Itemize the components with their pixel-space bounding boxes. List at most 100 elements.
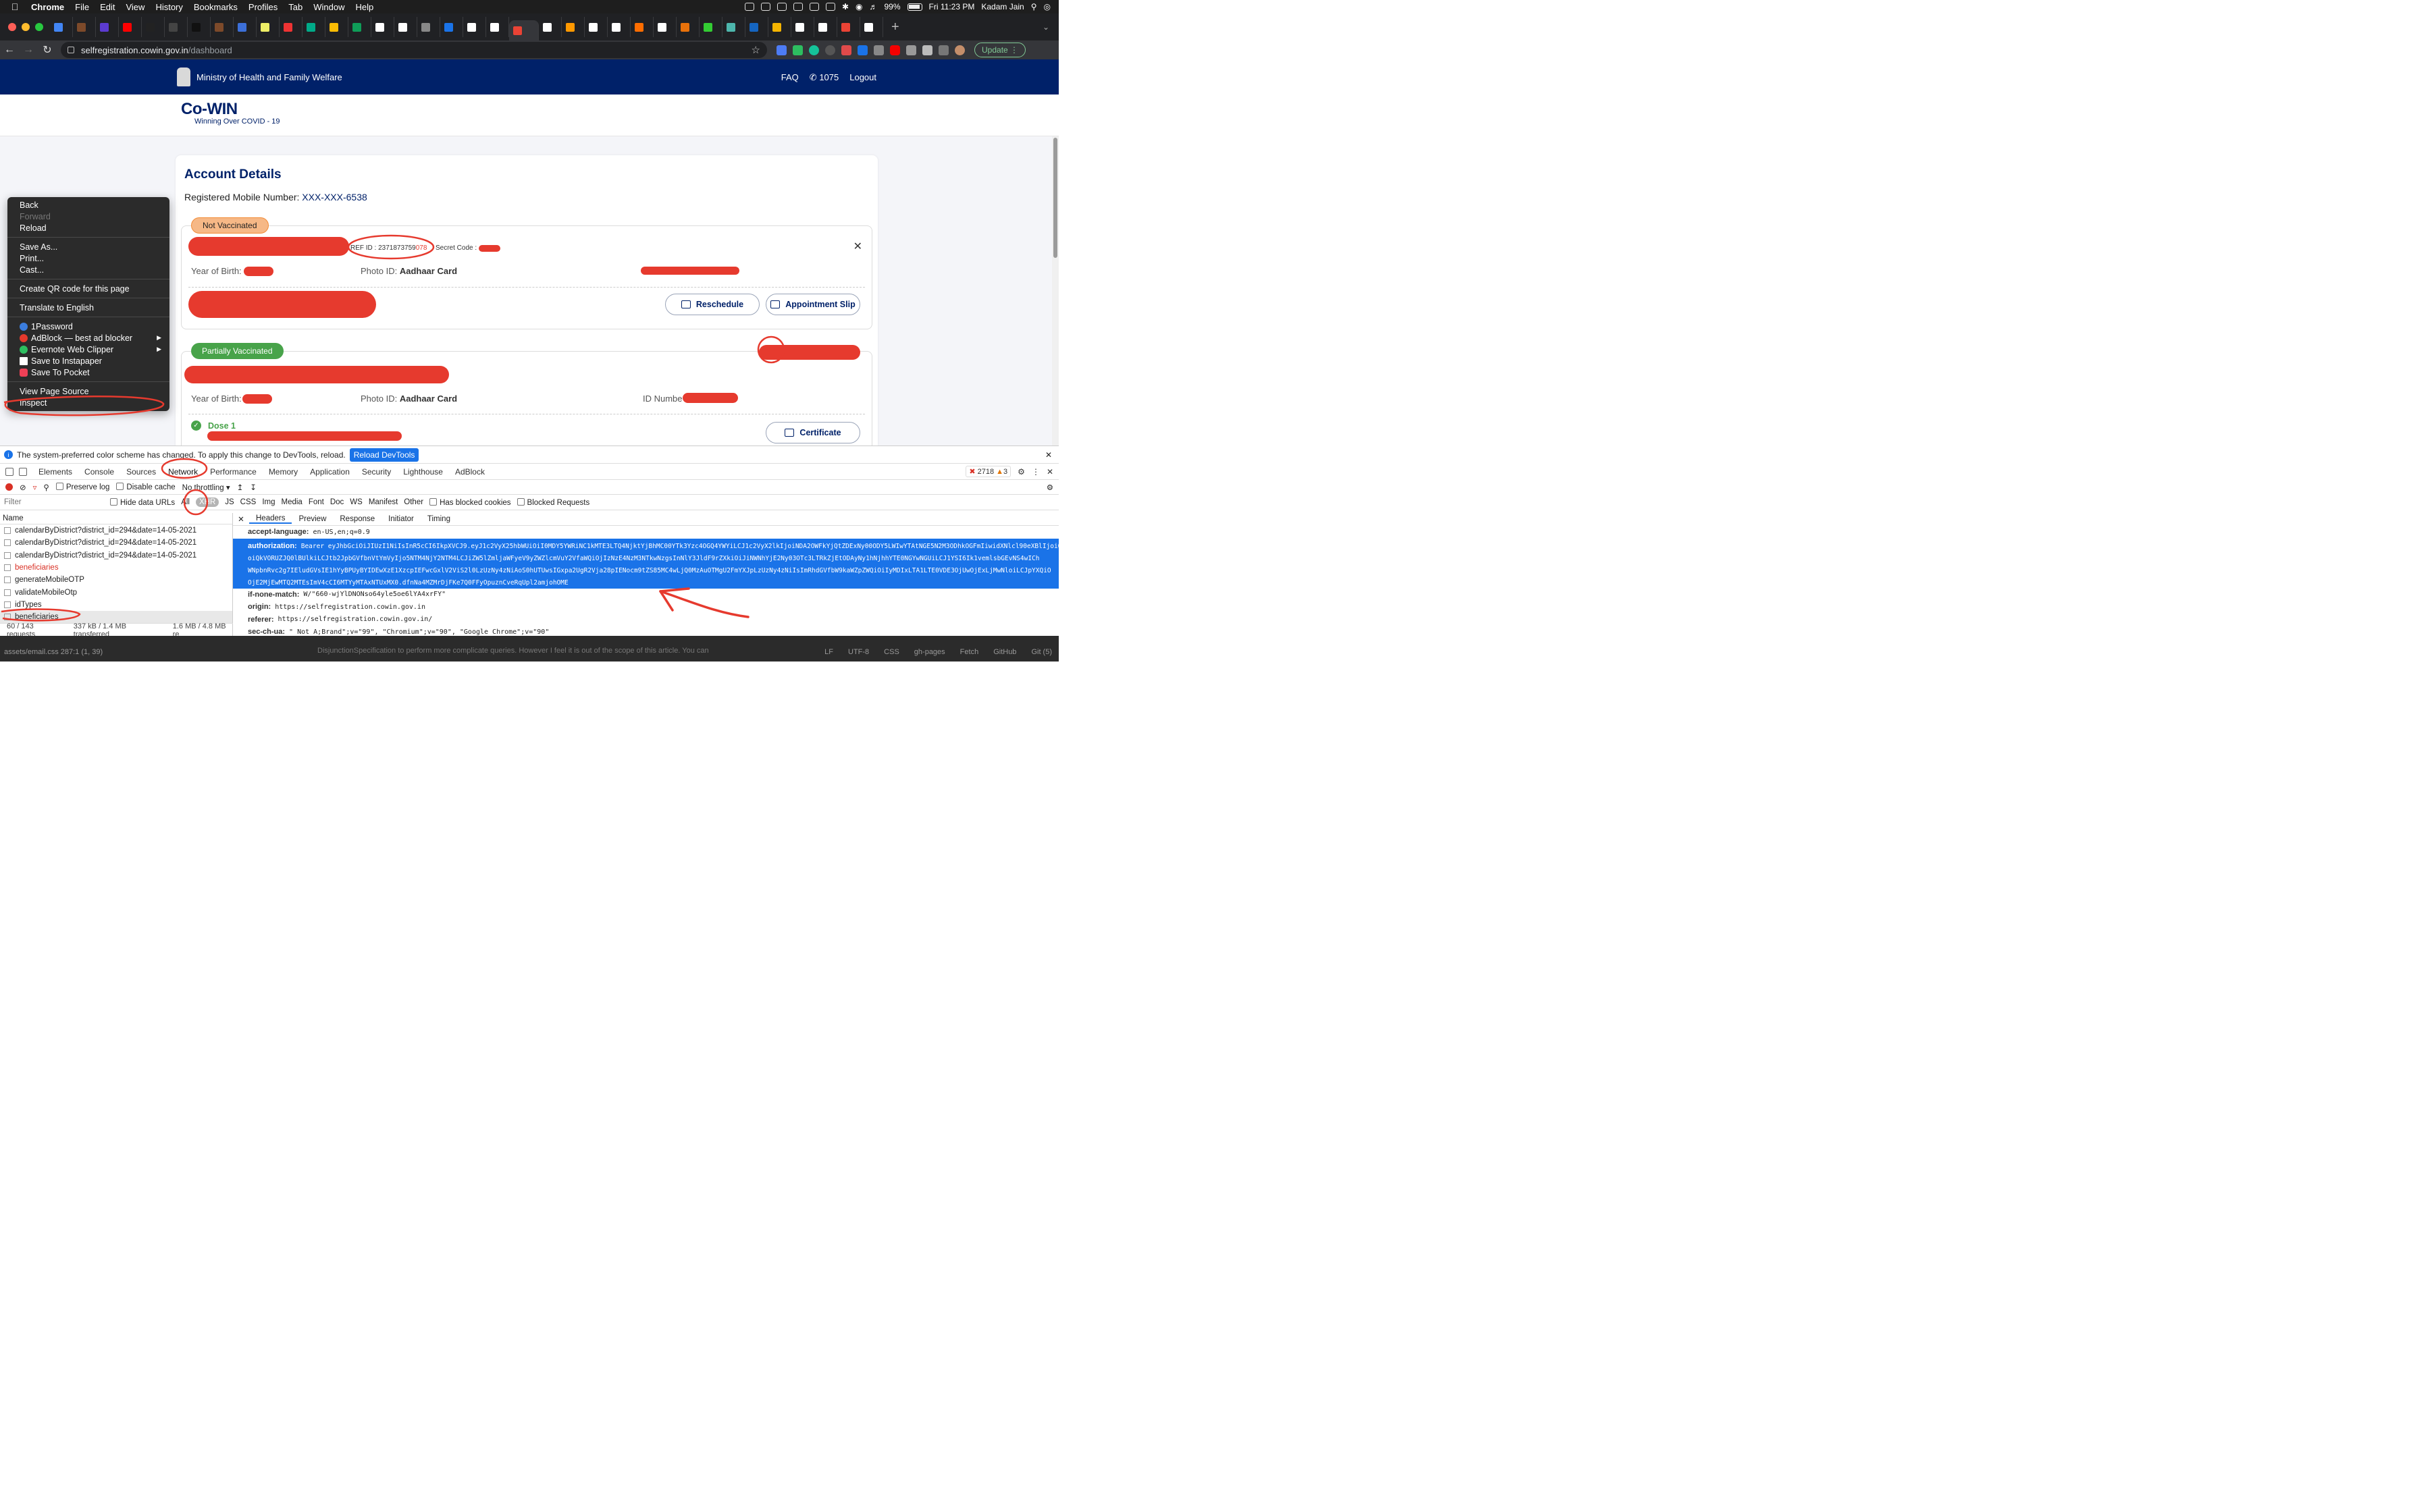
menu-item-qr-code[interactable]: Create QR code for this page [7,283,169,294]
clear-icon[interactable]: ⊘ [20,483,26,492]
puzzle-extensions-icon[interactable] [922,45,932,55]
blocked-cookies-checkbox[interactable]: Has blocked cookies [429,497,511,507]
evernote-extension-icon[interactable] [793,45,803,55]
header-authorization[interactable]: authorization: Bearer eyJhbGciOiJIUzI1NiI… [233,538,1059,589]
menubar-profiles[interactable]: Profiles [243,2,283,12]
menubar-history[interactable]: History [150,2,188,12]
zoom-window-button[interactable] [35,23,43,31]
minimize-window-button[interactable] [22,23,30,31]
filter-manifest[interactable]: Manifest [369,498,398,506]
pocket-extension-icon[interactable] [906,45,916,55]
browser-tab[interactable] [486,17,509,37]
browser-tab[interactable] [371,17,394,37]
export-har-icon[interactable]: ↧ [250,483,257,492]
browser-tab[interactable] [745,17,768,37]
filter-doc[interactable]: Doc [330,498,344,506]
menu-item-print[interactable]: Print... [7,252,169,264]
tab-network[interactable]: Network [162,467,204,477]
apple-icon[interactable]:  [0,1,30,12]
browser-tab[interactable] [440,17,463,37]
tab-search-chevron-icon[interactable]: ⌄ [1043,22,1059,32]
issues-badge[interactable]: ✖ 2718 ▲3 [966,466,1011,477]
tab-memory[interactable]: Memory [263,467,304,477]
filter-img[interactable]: Img [262,498,275,506]
menu-item-view-source[interactable]: View Page Source [7,385,169,397]
menu-item-pocket[interactable]: Save To Pocket [7,367,169,378]
hide-data-urls-checkbox[interactable]: Hide data URLs [110,497,175,507]
bluetooth-icon[interactable]: ✱ [842,2,849,11]
reload-devtools-button[interactable]: Reload DevTools [349,448,419,462]
cowin-logo[interactable]: Co-WIN [181,100,238,119]
menu-item-evernote[interactable]: Evernote Web Clipper ▶ [7,344,169,355]
browser-tab[interactable] [234,17,257,37]
address-bar[interactable]: selfregistration.cowin.gov.in /dashboard… [61,42,767,58]
browser-tab[interactable] [677,17,700,37]
browser-tab[interactable] [302,17,325,37]
inspect-element-icon[interactable] [5,467,14,476]
helpline-link[interactable]: ✆ 1075 [810,72,839,83]
menu-item-cast[interactable]: Cast... [7,264,169,275]
throttling-select[interactable]: No throttling ▾ [182,483,230,492]
tab-headers[interactable]: Headers [249,514,292,524]
menu-item-instapaper[interactable]: Save to Instapaper [7,355,169,367]
filter-font[interactable]: Font [309,498,324,506]
browser-tab[interactable] [348,17,371,37]
browser-tab[interactable] [188,17,211,37]
browser-tab[interactable] [562,17,585,37]
menubar-tab[interactable]: Tab [283,2,308,12]
grammar[interactable]: CSS [884,648,899,656]
browser-tab[interactable] [509,20,539,40]
tab-adblock[interactable]: AdBlock [449,467,491,477]
tab-timing[interactable]: Timing [421,515,457,523]
close-icon[interactable]: ✕ [853,240,862,253]
adblock-extension-icon[interactable] [890,45,900,55]
browser-tab[interactable] [837,17,860,37]
bookmark-star-icon[interactable]: ☆ [752,44,760,56]
avatar[interactable] [955,45,965,55]
browser-tab[interactable] [119,17,142,37]
browser-tab[interactable] [165,17,188,37]
grammarly-extension-icon[interactable] [809,45,819,55]
menu-item-forward[interactable]: Forward [7,211,169,222]
menu-item-adblock[interactable]: AdBlock — best ad blocker ▶ [7,332,169,344]
filter-icon[interactable]: ▿ [33,483,37,492]
back-arrow-icon[interactable]: ← [0,44,19,56]
preserve-log-checkbox[interactable]: Preserve log [55,483,109,491]
search-icon[interactable]: ⚲ [43,483,49,492]
settings-gear-icon[interactable]: ⚙ [1018,467,1025,477]
request-row[interactable]: idTypes [0,599,232,611]
encoding[interactable]: UTF-8 [848,648,869,656]
menubar-username[interactable]: Kadam Jain [981,2,1024,11]
appointment-slip-button[interactable]: Appointment Slip [766,294,860,315]
scrollbar-thumb[interactable] [1053,138,1057,258]
vpn-tray-icon[interactable] [809,3,819,11]
browser-tab[interactable] [211,17,234,37]
filter-js[interactable]: JS [225,498,234,506]
browser-tab[interactable] [417,17,440,37]
tab-initiator[interactable]: Initiator [382,515,421,523]
menu-item-1password[interactable]: 1Password [7,321,169,332]
browser-tab[interactable] [280,17,302,37]
request-row[interactable]: calendarByDistrict?district_id=294&date=… [0,549,232,562]
reload-icon[interactable]: ↻ [38,43,57,57]
browser-tab[interactable] [631,17,654,37]
blocked-requests-checkbox[interactable]: Blocked Requests [517,497,589,507]
request-row[interactable]: generateMobileOTP [0,574,232,586]
extension-icon[interactable] [777,45,787,55]
line-ending[interactable]: LF [824,648,833,656]
record-icon[interactable] [5,483,13,491]
tab-console[interactable]: Console [78,467,120,477]
filter-xhr[interactable]: XHR [195,497,219,507]
wifi-icon[interactable]: ◉ [856,2,862,11]
close-icon[interactable]: ✕ [1045,450,1052,460]
git-fetch[interactable]: Fetch [960,648,979,656]
menubar-bookmarks[interactable]: Bookmarks [188,2,243,12]
browser-tab[interactable] [325,17,348,37]
filter-all[interactable]: All [181,498,190,506]
extension-icon[interactable] [874,45,884,55]
browser-tab[interactable] [791,17,814,37]
browser-tab[interactable] [539,17,562,37]
info-tray-icon[interactable] [825,3,835,11]
menu-item-save-as[interactable]: Save As... [7,241,169,252]
git-branch[interactable]: gh-pages [914,648,945,656]
